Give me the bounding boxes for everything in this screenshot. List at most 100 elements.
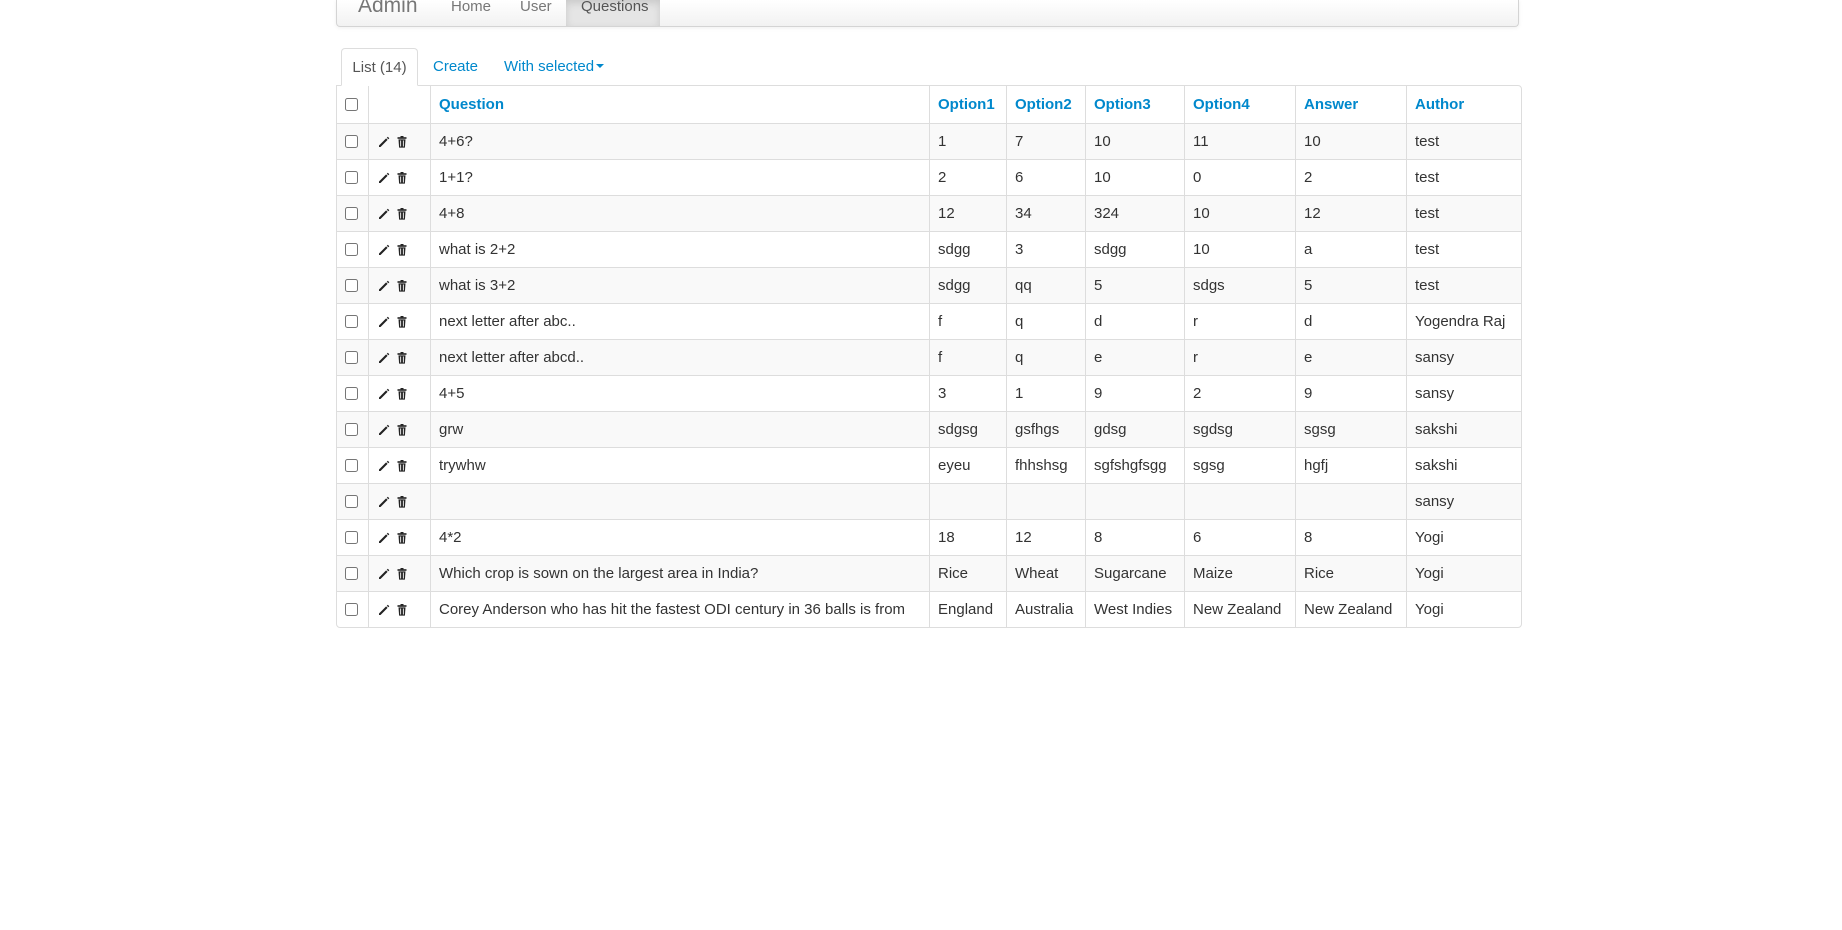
row-checkbox[interactable] — [345, 495, 358, 508]
tab-list[interactable]: List (14) — [341, 48, 418, 86]
row-checkbox[interactable] — [345, 459, 358, 472]
trash-icon[interactable] — [395, 315, 409, 329]
column-header-option4[interactable]: Option4 — [1184, 86, 1295, 123]
pencil-icon[interactable] — [377, 459, 391, 473]
pencil-icon[interactable] — [377, 243, 391, 257]
cell-option1: eyeu — [929, 447, 1006, 483]
select-all-checkbox[interactable] — [345, 98, 358, 111]
row-checkbox[interactable] — [345, 135, 358, 148]
cell-option2: 12 — [1006, 519, 1085, 555]
cell-option4: 6 — [1184, 519, 1295, 555]
pencil-icon[interactable] — [377, 171, 391, 185]
row-actions-cell — [368, 591, 430, 627]
trash-icon[interactable] — [395, 567, 409, 581]
trash-icon[interactable] — [395, 135, 409, 149]
cell-option2: fhhshsg — [1006, 447, 1085, 483]
table-row: Corey Anderson who has hit the fastest O… — [337, 591, 1521, 627]
cell-answer: 2 — [1295, 159, 1406, 195]
table-row: 4+8 12 34 324 10 12 test — [337, 195, 1521, 231]
cell-option2: 3 — [1006, 231, 1085, 267]
cell-answer: 10 — [1295, 123, 1406, 159]
trash-icon[interactable] — [395, 207, 409, 221]
with-selected-label: With selected — [504, 58, 595, 75]
pencil-icon[interactable] — [377, 495, 391, 509]
cell-option4: 2 — [1184, 375, 1295, 411]
pencil-icon[interactable] — [377, 603, 391, 617]
row-select-cell — [337, 375, 368, 411]
pencil-icon[interactable] — [377, 135, 391, 149]
pencil-icon[interactable] — [377, 387, 391, 401]
nav-home[interactable]: Home — [451, 0, 491, 26]
row-checkbox[interactable] — [345, 603, 358, 616]
table-row: next letter after abcd.. f q e r e sansy — [337, 339, 1521, 375]
brand[interactable]: Admin — [358, 0, 418, 18]
pencil-icon[interactable] — [377, 207, 391, 221]
trash-icon[interactable] — [395, 387, 409, 401]
nav-questions[interactable]: Questions — [566, 0, 660, 26]
tab-with-selected[interactable]: With selected — [504, 48, 605, 85]
trash-icon[interactable] — [395, 459, 409, 473]
nav-user[interactable]: User — [520, 0, 552, 26]
cell-option3: gdsg — [1085, 411, 1184, 447]
row-checkbox[interactable] — [345, 315, 358, 328]
cell-option2: 6 — [1006, 159, 1085, 195]
row-checkbox[interactable] — [345, 423, 358, 436]
pencil-icon[interactable] — [377, 279, 391, 293]
cell-option4: sgsg — [1184, 447, 1295, 483]
row-checkbox[interactable] — [345, 567, 358, 580]
cell-question: grw — [430, 411, 929, 447]
cell-option3: 324 — [1085, 195, 1184, 231]
cell-answer: 5 — [1295, 267, 1406, 303]
cell-option2: q — [1006, 339, 1085, 375]
pencil-icon[interactable] — [377, 531, 391, 545]
trash-icon[interactable] — [395, 603, 409, 617]
column-header-option3[interactable]: Option3 — [1085, 86, 1184, 123]
cell-option2: q — [1006, 303, 1085, 339]
trash-icon[interactable] — [395, 243, 409, 257]
cell-option3: d — [1085, 303, 1184, 339]
cell-option4: 0 — [1184, 159, 1295, 195]
cell-option3: 10 — [1085, 123, 1184, 159]
pencil-icon[interactable] — [377, 567, 391, 581]
trash-icon[interactable] — [395, 279, 409, 293]
column-header-answer[interactable]: Answer — [1295, 86, 1406, 123]
cell-option1: 1 — [929, 123, 1006, 159]
table-row: 4+5 3 1 9 2 9 sansy — [337, 375, 1521, 411]
trash-icon[interactable] — [395, 531, 409, 545]
row-checkbox[interactable] — [345, 531, 358, 544]
column-header-option2[interactable]: Option2 — [1006, 86, 1085, 123]
trash-icon[interactable] — [395, 351, 409, 365]
trash-icon[interactable] — [395, 423, 409, 437]
row-checkbox[interactable] — [345, 387, 358, 400]
pencil-icon[interactable] — [377, 315, 391, 329]
trash-icon[interactable] — [395, 171, 409, 185]
row-checkbox[interactable] — [345, 279, 358, 292]
cell-answer: sgsg — [1295, 411, 1406, 447]
cell-author: test — [1406, 123, 1521, 159]
row-checkbox[interactable] — [345, 171, 358, 184]
cell-option1: 3 — [929, 375, 1006, 411]
cell-author: test — [1406, 195, 1521, 231]
cell-author: test — [1406, 267, 1521, 303]
cell-answer: a — [1295, 231, 1406, 267]
table-row: 1+1? 2 6 10 0 2 test — [337, 159, 1521, 195]
column-header-question[interactable]: Question — [430, 86, 929, 123]
cell-author: Yogi — [1406, 519, 1521, 555]
pencil-icon[interactable] — [377, 351, 391, 365]
cell-option3: 8 — [1085, 519, 1184, 555]
row-select-cell — [337, 303, 368, 339]
row-checkbox[interactable] — [345, 243, 358, 256]
row-checkbox[interactable] — [345, 207, 358, 220]
column-header-author[interactable]: Author — [1406, 86, 1521, 123]
column-header-option1[interactable]: Option1 — [929, 86, 1006, 123]
trash-icon[interactable] — [395, 495, 409, 509]
row-checkbox[interactable] — [345, 351, 358, 364]
row-select-cell — [337, 231, 368, 267]
row-actions-cell — [368, 483, 430, 519]
pencil-icon[interactable] — [377, 423, 391, 437]
cell-author: Yogi — [1406, 555, 1521, 591]
cell-author: Yogendra Raj — [1406, 303, 1521, 339]
row-select-cell — [337, 195, 368, 231]
tab-create[interactable]: Create — [433, 48, 478, 85]
table-header-row: Question Option1 Option2 Option3 Option4… — [337, 86, 1521, 123]
